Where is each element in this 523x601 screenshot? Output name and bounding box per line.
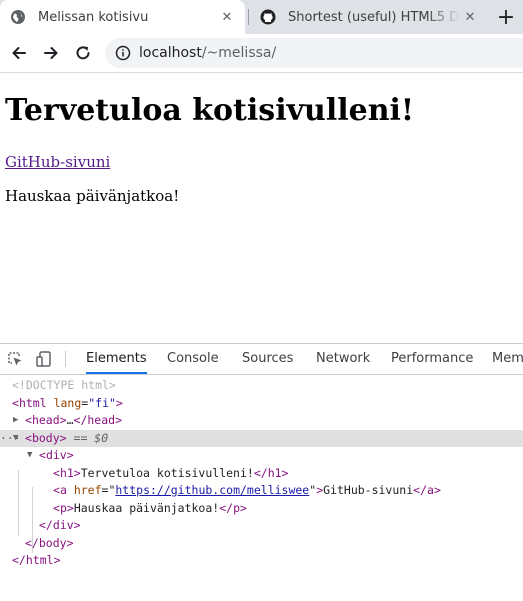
- href-link[interactable]: https://github.com/melliswee: [115, 483, 309, 497]
- body-close-tag: body: [38, 536, 67, 550]
- doctype-text: <!DOCTYPE html>: [12, 378, 116, 392]
- div-tag: div: [45, 448, 67, 462]
- head-ellipsis: …: [66, 413, 74, 427]
- p-close-tag: p: [233, 501, 241, 515]
- dom-node-a[interactable]: <a href="https://github.com/melliswee">G…: [0, 482, 523, 499]
- page-heading: Tervetuloa kotisivulleni!: [5, 93, 415, 128]
- close-tab-icon[interactable]: ✕: [217, 7, 237, 27]
- p-text: Hauskaa päivänjatkoa!: [73, 501, 220, 515]
- head-tag: head: [31, 413, 60, 427]
- url-path: /~melissa/: [201, 45, 277, 61]
- collapse-arrow-icon[interactable]: ▼: [13, 430, 18, 447]
- dom-node-doctype[interactable]: <!DOCTYPE html>: [0, 377, 523, 394]
- dom-node-body-close[interactable]: </body>: [0, 535, 523, 552]
- address-bar[interactable]: localhost/~melissa/: [105, 38, 523, 68]
- lang-value: "fi": [88, 396, 116, 410]
- tab-console[interactable]: Console: [167, 344, 219, 374]
- html-tag: html: [18, 396, 47, 410]
- div-close-tag: div: [52, 518, 74, 532]
- a-text: GitHub-sivuni: [323, 483, 414, 497]
- devtools-panel: Elements Console Sources Network Perform…: [0, 343, 523, 601]
- href-attr: href: [73, 483, 102, 497]
- tab-title: Shortest (useful) HTML5 Do: [288, 9, 460, 25]
- dom-node-div[interactable]: ▼ <div>: [0, 447, 523, 464]
- head-close-tag: head: [87, 413, 116, 427]
- a-close-tag: a: [427, 483, 434, 497]
- dom-node-head[interactable]: ▶ <head>…</head>: [0, 412, 523, 429]
- inspect-element-icon[interactable]: [6, 350, 24, 368]
- reload-button[interactable]: [68, 38, 98, 68]
- url-host: localhost: [139, 45, 202, 61]
- url-text[interactable]: localhost/~melissa/: [139, 45, 276, 61]
- github-link[interactable]: GitHub-sivuni: [5, 153, 110, 171]
- collapse-arrow-icon[interactable]: ▼: [27, 447, 32, 464]
- tab-memory[interactable]: Memo: [492, 344, 523, 374]
- selected-marker: == $0: [73, 431, 109, 445]
- globe-icon: [11, 10, 25, 24]
- plus-icon: +: [496, 4, 516, 30]
- p-tag: p: [59, 501, 67, 515]
- h1-close-tag: h1: [267, 466, 282, 480]
- tab-strip: Melissan kotisivu ✕ Shortest (useful) HT…: [0, 0, 523, 34]
- h1-tag: h1: [59, 466, 74, 480]
- back-arrow-icon: [12, 47, 26, 59]
- tab-sources[interactable]: Sources: [242, 344, 293, 374]
- html-close-tag: html: [25, 553, 54, 567]
- h1-text: Tervetuloa kotisivulleni!: [80, 466, 254, 480]
- tab-elements[interactable]: Elements: [86, 344, 147, 374]
- tab-shortest-html5[interactable]: Shortest (useful) HTML5 Do ✕: [250, 0, 488, 34]
- a-tag: a: [59, 483, 67, 497]
- body-tag: body: [31, 431, 60, 445]
- tab-melissan-kotisivu[interactable]: Melissan kotisivu ✕: [0, 0, 245, 34]
- dom-node-body-selected[interactable]: ··· ▼ <body> == $0: [0, 430, 523, 447]
- dom-node-div-close[interactable]: </div>: [0, 517, 523, 534]
- page-viewport: Tervetuloa kotisivulleni! GitHub-sivuni …: [0, 73, 523, 343]
- info-icon[interactable]: [115, 45, 131, 61]
- dom-node-p[interactable]: <p>Hauskaa päivänjatkoa!</p>: [0, 500, 523, 517]
- back-button[interactable]: [4, 38, 34, 68]
- dom-node-h1[interactable]: <h1>Tervetuloa kotisivulleni!</h1>: [0, 465, 523, 482]
- tab-separator: [248, 9, 249, 25]
- devtools-toolbar: Elements Console Sources Network Perform…: [0, 344, 523, 375]
- device-toolbar-icon[interactable]: [35, 350, 53, 368]
- forward-arrow-icon: [44, 47, 58, 59]
- devtools-separator: [65, 351, 66, 367]
- page-paragraph: Hauskaa päivänjatkoa!: [5, 187, 180, 205]
- tab-network[interactable]: Network: [316, 344, 370, 374]
- new-tab-button[interactable]: +: [492, 4, 520, 30]
- lang-attr: lang: [53, 396, 82, 410]
- forward-button[interactable]: [36, 38, 66, 68]
- github-icon: [260, 9, 276, 25]
- close-tab-icon[interactable]: ✕: [460, 7, 480, 27]
- tab-title: Melissan kotisivu: [38, 9, 149, 25]
- tab-performance[interactable]: Performance: [391, 344, 473, 374]
- dom-node-html-close[interactable]: </html>: [0, 552, 523, 569]
- dom-node-html[interactable]: <html lang="fi">: [0, 395, 523, 412]
- expand-arrow-icon[interactable]: ▶: [13, 412, 18, 429]
- reload-icon: [76, 46, 90, 60]
